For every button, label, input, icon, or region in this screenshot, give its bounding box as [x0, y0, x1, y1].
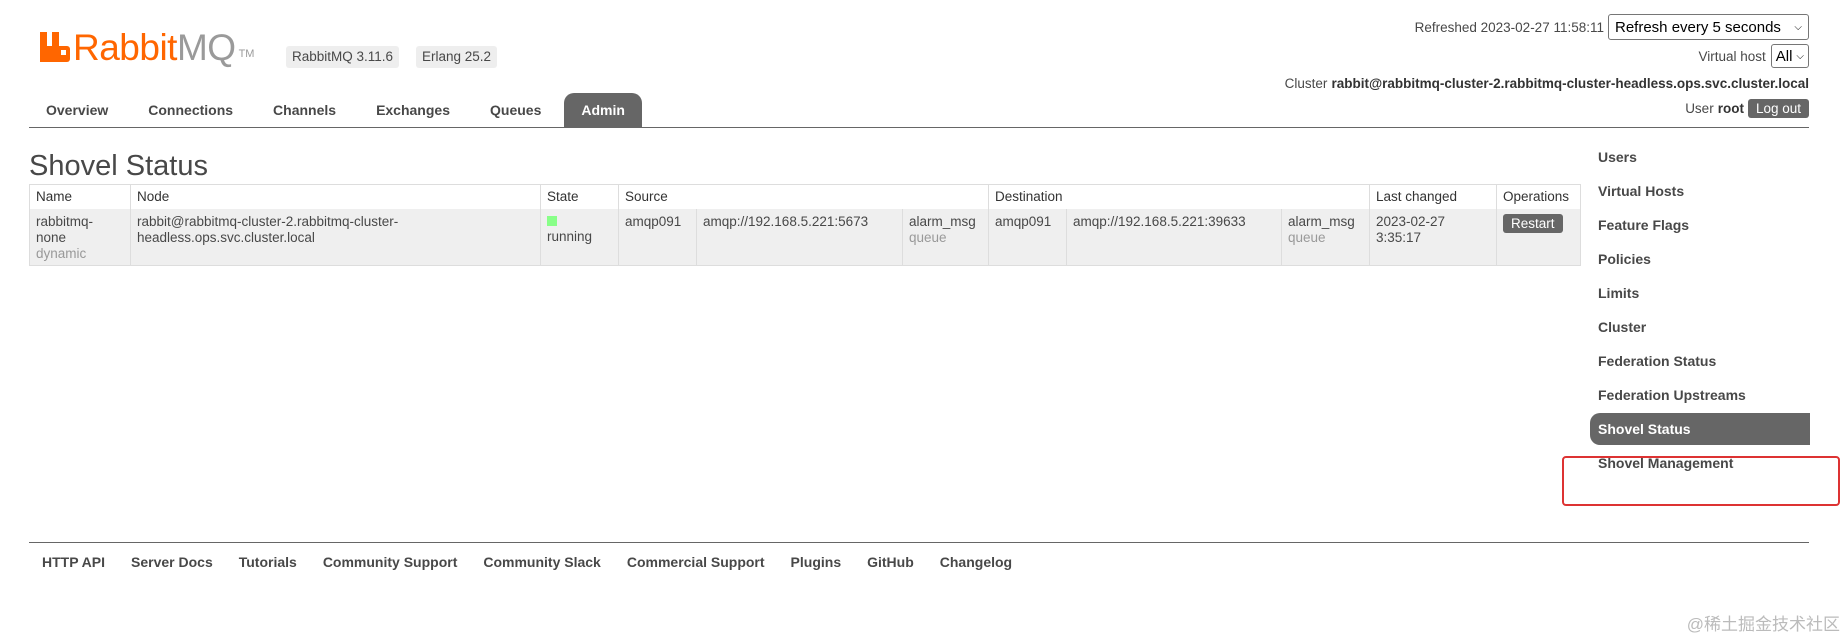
footer-link-tutorials[interactable]: Tutorials [226, 551, 310, 573]
source-uri-cell: amqp://192.168.5.221:5673 [696, 208, 903, 266]
rabbitmq-version-badge: RabbitMQ 3.11.6 [286, 46, 400, 68]
shovel-name-line1: rabbitmq- [36, 213, 94, 229]
header-status-panel: Refreshed 2023-02-27 11:58:11 Refresh ev… [1285, 14, 1809, 119]
nav-divider [29, 127, 1809, 128]
table-row: rabbitmq- none dynamic rabbit@rabbitmq-c… [29, 208, 1581, 266]
chevron-down-icon: ⌵ [1794, 21, 1802, 33]
sidebar-item-feature-flags[interactable]: Feature Flags [1590, 208, 1810, 242]
sidebar-item-limits[interactable]: Limits [1590, 276, 1810, 310]
rabbitmq-logo[interactable]: RabbitMQ TM [40, 26, 254, 66]
status-indicator-icon [547, 215, 557, 226]
shovel-status-table: Name Node State Source Destination Last … [29, 184, 1581, 266]
user-name: root [1717, 100, 1744, 116]
footer-link-community-slack[interactable]: Community Slack [470, 551, 613, 573]
restart-button[interactable]: Restart [1503, 213, 1563, 233]
admin-sidebar: Users Virtual Hosts Feature Flags Polici… [1590, 140, 1810, 480]
refresh-interval-value: Refresh every 5 seconds [1615, 18, 1781, 36]
shovel-node-cell: rabbit@rabbitmq-cluster-2.rabbitmq-clust… [130, 208, 541, 266]
shovel-name-line2: none [36, 229, 67, 245]
destination-queue-name: alarm_msg [1288, 213, 1355, 229]
source-protocol-cell: amqp091 [618, 208, 697, 266]
tab-channels[interactable]: Channels [256, 93, 353, 128]
refreshed-timestamp: Refreshed 2023-02-27 11:58:11 [1414, 19, 1604, 35]
col-header-last-changed[interactable]: Last changed [1369, 184, 1497, 209]
main-navigation: Overview Connections Channels Exchanges … [29, 93, 648, 128]
destination-queue-kind: queue [1288, 229, 1326, 245]
sidebar-item-shovel-status[interactable]: Shovel Status [1590, 413, 1810, 445]
annotation-highlight-box [1562, 456, 1840, 506]
sidebar-item-users[interactable]: Users [1590, 140, 1810, 174]
last-changed-cell: 2023-02-27 3:35:17 [1369, 208, 1497, 266]
chevron-down-icon: ⌵ [1796, 50, 1804, 62]
col-header-name[interactable]: Name [29, 184, 131, 209]
erlang-version-badge: Erlang 25.2 [416, 46, 498, 68]
col-header-source[interactable]: Source [618, 184, 989, 209]
source-queue-name: alarm_msg [909, 213, 976, 229]
footer-link-server-docs[interactable]: Server Docs [118, 551, 226, 573]
tab-connections[interactable]: Connections [131, 93, 250, 128]
shovel-type: dynamic [36, 245, 87, 261]
virtual-host-value: All [1775, 47, 1793, 65]
footer-link-community-support[interactable]: Community Support [310, 551, 471, 573]
destination-queue-cell: alarm_msg queue [1281, 208, 1370, 266]
source-queue-cell: alarm_msg queue [902, 208, 989, 266]
sidebar-item-federation-upstreams[interactable]: Federation Upstreams [1590, 378, 1810, 412]
user-label: User [1685, 100, 1714, 116]
logo-trademark: TM [238, 48, 255, 60]
last-changed-date: 2023-02-27 [1376, 213, 1446, 229]
shovel-state: running [547, 228, 593, 244]
shovel-node-line1: rabbit@rabbitmq-cluster-2.rabbitmq-clust… [137, 213, 399, 229]
sidebar-item-policies[interactable]: Policies [1590, 242, 1810, 276]
page-title: Shovel Status [29, 150, 208, 182]
shovel-state-cell: running [540, 208, 619, 266]
shovel-name-cell[interactable]: rabbitmq- none dynamic [29, 208, 131, 266]
footer-link-plugins[interactable]: Plugins [778, 551, 855, 573]
tab-exchanges[interactable]: Exchanges [359, 93, 467, 128]
col-header-state[interactable]: State [540, 184, 619, 209]
sidebar-item-virtual-hosts[interactable]: Virtual Hosts [1590, 174, 1810, 208]
footer-link-commercial-support[interactable]: Commercial Support [614, 551, 778, 573]
last-changed-time: 3:35:17 [1376, 229, 1422, 245]
virtual-host-select[interactable]: All ⌵ [1770, 44, 1809, 68]
footer-link-changelog[interactable]: Changelog [927, 551, 1025, 573]
virtual-host-label: Virtual host [1698, 48, 1766, 64]
source-queue-kind: queue [909, 229, 947, 245]
col-header-operations: Operations [1496, 184, 1581, 209]
footer-links: HTTP API Server Docs Tutorials Community… [29, 551, 1025, 573]
footer-link-github[interactable]: GitHub [854, 551, 927, 573]
tab-overview[interactable]: Overview [29, 93, 125, 128]
operations-cell: Restart [1496, 208, 1581, 266]
footer-link-http-api[interactable]: HTTP API [29, 551, 118, 573]
destination-uri-cell: amqp://192.168.5.221:39633 [1066, 208, 1282, 266]
destination-protocol-cell: amqp091 [988, 208, 1067, 266]
footer-divider [29, 542, 1809, 543]
logo-wordmark: RabbitMQ [73, 27, 236, 68]
tab-queues[interactable]: Queues [473, 93, 558, 128]
col-header-destination[interactable]: Destination [988, 184, 1370, 209]
shovel-node-line2: headless.ops.svc.cluster.local [137, 229, 315, 245]
sidebar-item-cluster[interactable]: Cluster [1590, 310, 1810, 344]
cluster-name: rabbit@rabbitmq-cluster-2.rabbitmq-clust… [1331, 75, 1809, 91]
rabbit-logo-icon [40, 32, 70, 62]
table-header-row: Name Node State Source Destination Last … [29, 184, 1581, 209]
sidebar-item-federation-status[interactable]: Federation Status [1590, 344, 1810, 378]
logout-button[interactable]: Log out [1747, 98, 1809, 118]
refresh-interval-select[interactable]: Refresh every 5 seconds ⌵ [1608, 14, 1809, 40]
tab-admin[interactable]: Admin [564, 93, 642, 128]
col-header-node[interactable]: Node [130, 184, 541, 209]
watermark-text: @稀土掘金技术社区 [1686, 615, 1840, 634]
cluster-label: Cluster [1284, 75, 1328, 91]
